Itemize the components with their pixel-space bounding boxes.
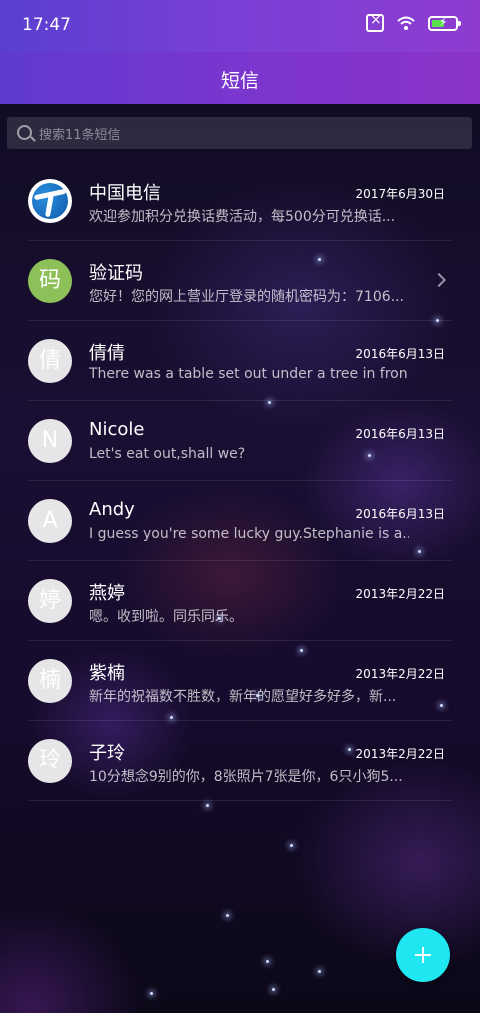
conversation-item[interactable]: 婷 燕婷 2013年2月22日 嗯。收到啦。同乐同乐。 — [0, 561, 480, 641]
conversation-item[interactable]: 倩 倩倩 2016年6月13日 There was a table set ou… — [0, 321, 480, 401]
message-date: 2016年6月13日 — [355, 507, 445, 521]
message-date: 2013年2月22日 — [355, 747, 445, 761]
message-preview: 新年的祝福数不胜数，新年的愿望好多好多，新... — [89, 689, 397, 705]
search-bar[interactable]: 搜索11条短信 — [7, 117, 472, 149]
conversation-item[interactable]: 楠 紫楠 2013年2月22日 新年的祝福数不胜数，新年的愿望好多好多，新... — [0, 641, 480, 721]
message-preview: Let's eat out,shall we? — [89, 446, 246, 462]
conversation-item[interactable]: A Andy 2016年6月13日 I guess you're some lu… — [0, 481, 480, 561]
search-icon — [17, 125, 32, 140]
plus-icon-stroke — [422, 947, 424, 963]
china-telecom-logo-avatar — [28, 179, 72, 223]
contact-name: Nicole — [89, 419, 145, 440]
contact-name: 燕婷 — [89, 583, 125, 604]
avatar: 楠 — [28, 659, 72, 703]
no-sim-icon — [366, 12, 384, 32]
divider — [28, 800, 452, 801]
status-bar: 17:47 ⚡ — [0, 0, 480, 52]
conversation-item[interactable]: 玲 子玲 2013年2月22日 10分想念9别的你，8张照片7张是你，6只小狗5… — [0, 721, 480, 801]
message-date: 2013年2月22日 — [355, 587, 445, 601]
battery-charging-icon: ⚡ — [428, 15, 461, 31]
conversation-item[interactable]: 码 验证码 您好！您的网上营业厅登录的随机密码为：7106... — [0, 241, 480, 321]
avatar: A — [28, 499, 72, 543]
conversation-item[interactable]: N Nicole 2016年6月13日 Let's eat out,shall … — [0, 401, 480, 481]
contact-name: 倩倩 — [89, 343, 125, 364]
status-icons: ⚡ — [366, 12, 461, 32]
new-message-button[interactable] — [396, 928, 450, 982]
contact-name: 验证码 — [89, 263, 143, 284]
message-date: 2017年6月30日 — [355, 187, 445, 201]
avatar: 倩 — [28, 339, 72, 383]
contact-name: 紫楠 — [89, 663, 125, 684]
avatar: N — [28, 419, 72, 463]
message-date: 2016年6月13日 — [355, 427, 445, 441]
status-time: 17:47 — [22, 15, 71, 35]
wifi-icon — [397, 16, 415, 30]
search-placeholder: 搜索11条短信 — [39, 128, 121, 143]
avatar: 码 — [28, 259, 72, 303]
conversation-list: 中国电信 2017年6月30日 欢迎参加积分兑换话费活动，每500分可兑换话..… — [0, 161, 480, 801]
avatar: 玲 — [28, 739, 72, 783]
contact-name: Andy — [89, 499, 135, 520]
message-preview: There was a table set out under a tree i… — [89, 366, 409, 382]
chevron-right-icon — [431, 272, 447, 288]
page-title: 短信 — [220, 70, 259, 92]
contact-name: 子玲 — [89, 743, 125, 764]
message-preview: 10分想念9别的你，8张照片7张是你，6只小狗5... — [89, 769, 403, 785]
conversation-item[interactable]: 中国电信 2017年6月30日 欢迎参加积分兑换话费活动，每500分可兑换话..… — [0, 161, 480, 241]
message-preview: 嗯。收到啦。同乐同乐。 — [89, 609, 243, 625]
message-preview: 欢迎参加积分兑换话费活动，每500分可兑换话... — [89, 209, 396, 225]
message-date: 2016年6月13日 — [355, 347, 445, 361]
message-preview: I guess you're some lucky guy.Stephanie … — [89, 526, 409, 542]
message-date: 2013年2月22日 — [355, 667, 445, 681]
app-header: 短信 — [0, 52, 480, 104]
avatar: 婷 — [28, 579, 72, 623]
message-preview: 您好！您的网上营业厅登录的随机密码为：7106... — [89, 289, 404, 305]
contact-name: 中国电信 — [89, 183, 161, 204]
